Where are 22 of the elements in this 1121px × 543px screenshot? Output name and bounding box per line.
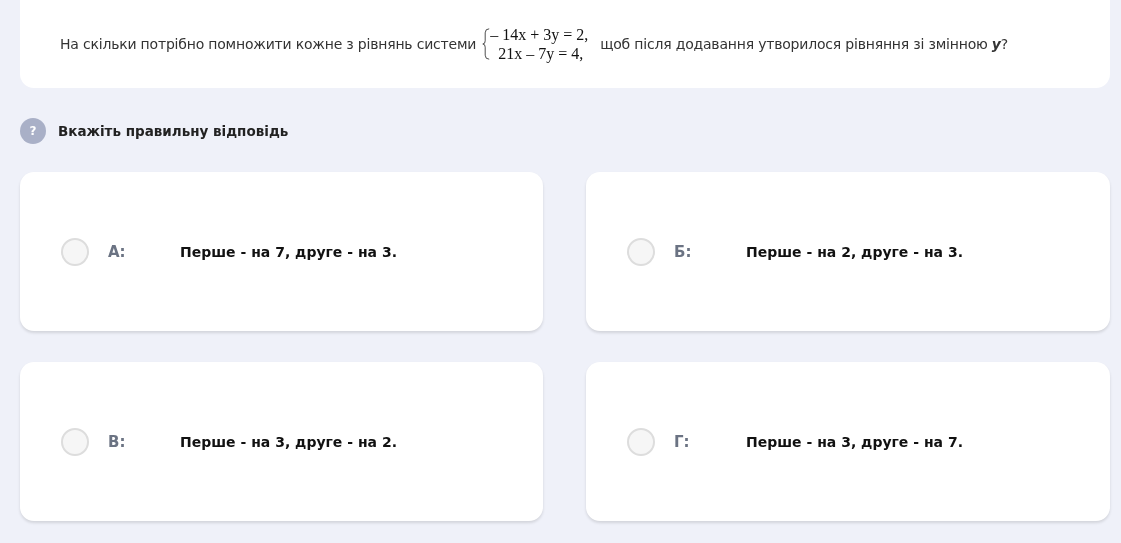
answer-option[interactable]: Б: Перше - на 2, друге - на 3. [586, 172, 1110, 331]
option-letter: В: [108, 432, 127, 451]
radio-button[interactable] [61, 237, 89, 266]
option-letter: А: [108, 242, 127, 261]
option-text: Перше - на 3, друге - на 7. [746, 433, 963, 450]
equation: – 14x + 3y = 2, [490, 25, 589, 44]
radio-button[interactable] [627, 427, 655, 456]
equation: 21x – 7y = 4, [497, 44, 585, 63]
instruction-text: Вкажіть правильну відповідь [58, 123, 289, 139]
answer-option[interactable]: А: Перше - на 7, друге - на 3. [20, 172, 543, 331]
radio-button[interactable] [61, 427, 89, 456]
option-text: Перше - на 3, друге - на 2. [180, 433, 397, 450]
radio-button[interactable] [627, 237, 655, 266]
option-letter: Г: [674, 432, 691, 451]
option-letter: Б: [674, 242, 693, 261]
question-text: щоб після додавання утворилося рівняння зі змінною y? [600, 36, 1009, 52]
option-text: Перше - на 7, друге - на 3. [180, 243, 397, 260]
answer-option[interactable]: В: Перше - на 3, друге - на 2. [20, 362, 543, 521]
question-text: На скільки потрібно помножити кожне з рівнянь системи [60, 36, 477, 52]
option-text: Перше - на 2, друге - на 3. [746, 243, 963, 260]
answer-option[interactable]: Г: Перше - на 3, друге - на 7. [586, 362, 1110, 521]
help-icon: ? [20, 118, 46, 144]
